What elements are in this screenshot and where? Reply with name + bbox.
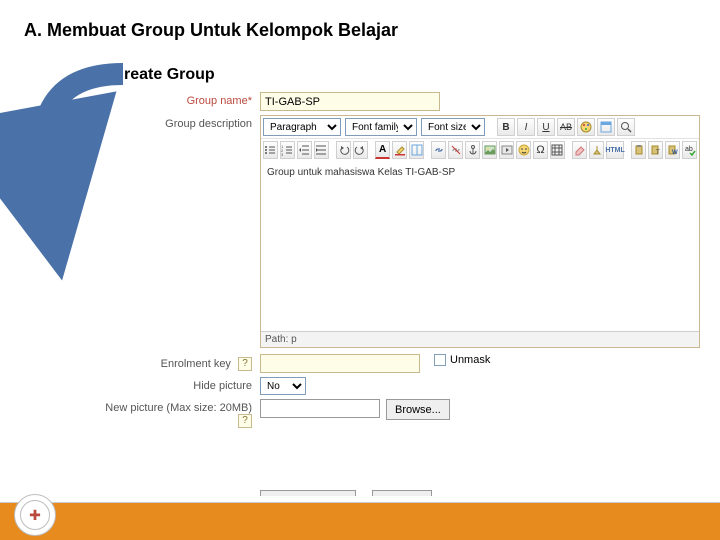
- char-icon[interactable]: Ω: [533, 141, 548, 159]
- editor-toolbar-1: Paragraph Font family Font size B I U AB: [261, 116, 699, 138]
- svg-text:W: W: [672, 150, 678, 156]
- help-icon[interactable]: ?: [238, 414, 252, 428]
- svg-text:ab: ab: [685, 146, 693, 153]
- numbered-list-icon[interactable]: 123: [280, 141, 295, 159]
- undo-icon[interactable]: [336, 141, 351, 159]
- svg-text:T: T: [656, 150, 660, 156]
- browse-button[interactable]: Browse...: [386, 399, 450, 420]
- underline-icon[interactable]: U: [537, 118, 555, 136]
- outdent-icon[interactable]: [297, 141, 312, 159]
- unmask-wrap: Unmask: [434, 354, 490, 366]
- font-family-select[interactable]: Font family: [345, 118, 417, 136]
- label-group-name: Group name*: [104, 92, 260, 107]
- editor-path: Path: p: [261, 331, 699, 347]
- footer-bar: [0, 496, 720, 540]
- hide-picture-select[interactable]: No: [260, 377, 306, 395]
- paste-icon[interactable]: [631, 141, 646, 159]
- label-enrolment-key: Enrolment key ?: [104, 354, 260, 371]
- enrolment-key-input[interactable]: [260, 354, 420, 373]
- label-group-description: Group description: [104, 115, 260, 130]
- create-group-form: Group name* Group description Paragraph …: [104, 92, 706, 432]
- eraser-icon[interactable]: [572, 141, 587, 159]
- bullet-list-icon[interactable]: [263, 141, 278, 159]
- clean-icon[interactable]: [589, 141, 604, 159]
- unmask-label: Unmask: [450, 354, 490, 366]
- bold-icon[interactable]: B: [497, 118, 515, 136]
- anchor-icon[interactable]: [465, 141, 480, 159]
- table-icon[interactable]: [550, 141, 565, 159]
- image-icon[interactable]: [482, 141, 497, 159]
- font-size-select[interactable]: Font size: [421, 118, 485, 136]
- svg-text:3: 3: [281, 152, 284, 156]
- strike-icon[interactable]: AB: [557, 118, 575, 136]
- link-icon[interactable]: [431, 141, 446, 159]
- editor-content-area[interactable]: Group untuk mahasiswa Kelas TI-GAB-SP: [261, 161, 699, 331]
- institution-seal-icon: ✚: [14, 494, 56, 536]
- html-icon[interactable]: HTML: [606, 141, 624, 159]
- help-icon[interactable]: ?: [238, 357, 252, 371]
- section-heading: A. Membuat Group Untuk Kelompok Belajar: [24, 20, 398, 41]
- paragraph-select[interactable]: Paragraph: [263, 118, 341, 136]
- media-icon[interactable]: [499, 141, 514, 159]
- smiley-icon[interactable]: [516, 141, 531, 159]
- paste-word-icon[interactable]: W: [665, 141, 680, 159]
- label-new-picture: New picture (Max size: 20MB) ?: [104, 399, 260, 428]
- italic-icon[interactable]: I: [517, 118, 535, 136]
- rich-text-editor: Paragraph Font family Font size B I U AB: [260, 115, 700, 348]
- palette-icon[interactable]: [577, 118, 595, 136]
- layout-icon[interactable]: [409, 141, 424, 159]
- bg-color-icon[interactable]: [392, 141, 407, 159]
- group-name-input[interactable]: [260, 92, 440, 111]
- indent-icon[interactable]: [314, 141, 329, 159]
- paste-text-icon[interactable]: T: [648, 141, 663, 159]
- redo-icon[interactable]: [353, 141, 368, 159]
- unlink-icon[interactable]: [448, 141, 463, 159]
- text-color-icon[interactable]: A: [375, 141, 390, 159]
- label-hide-picture: Hide picture: [104, 377, 260, 392]
- picture-path-input[interactable]: [260, 399, 380, 418]
- search-icon[interactable]: [617, 118, 635, 136]
- editor-toolbar-2: 123 A Ω: [261, 138, 699, 161]
- fullscreen-icon[interactable]: [597, 118, 615, 136]
- spellcheck-icon[interactable]: ab: [682, 141, 697, 159]
- unmask-checkbox[interactable]: [434, 354, 446, 366]
